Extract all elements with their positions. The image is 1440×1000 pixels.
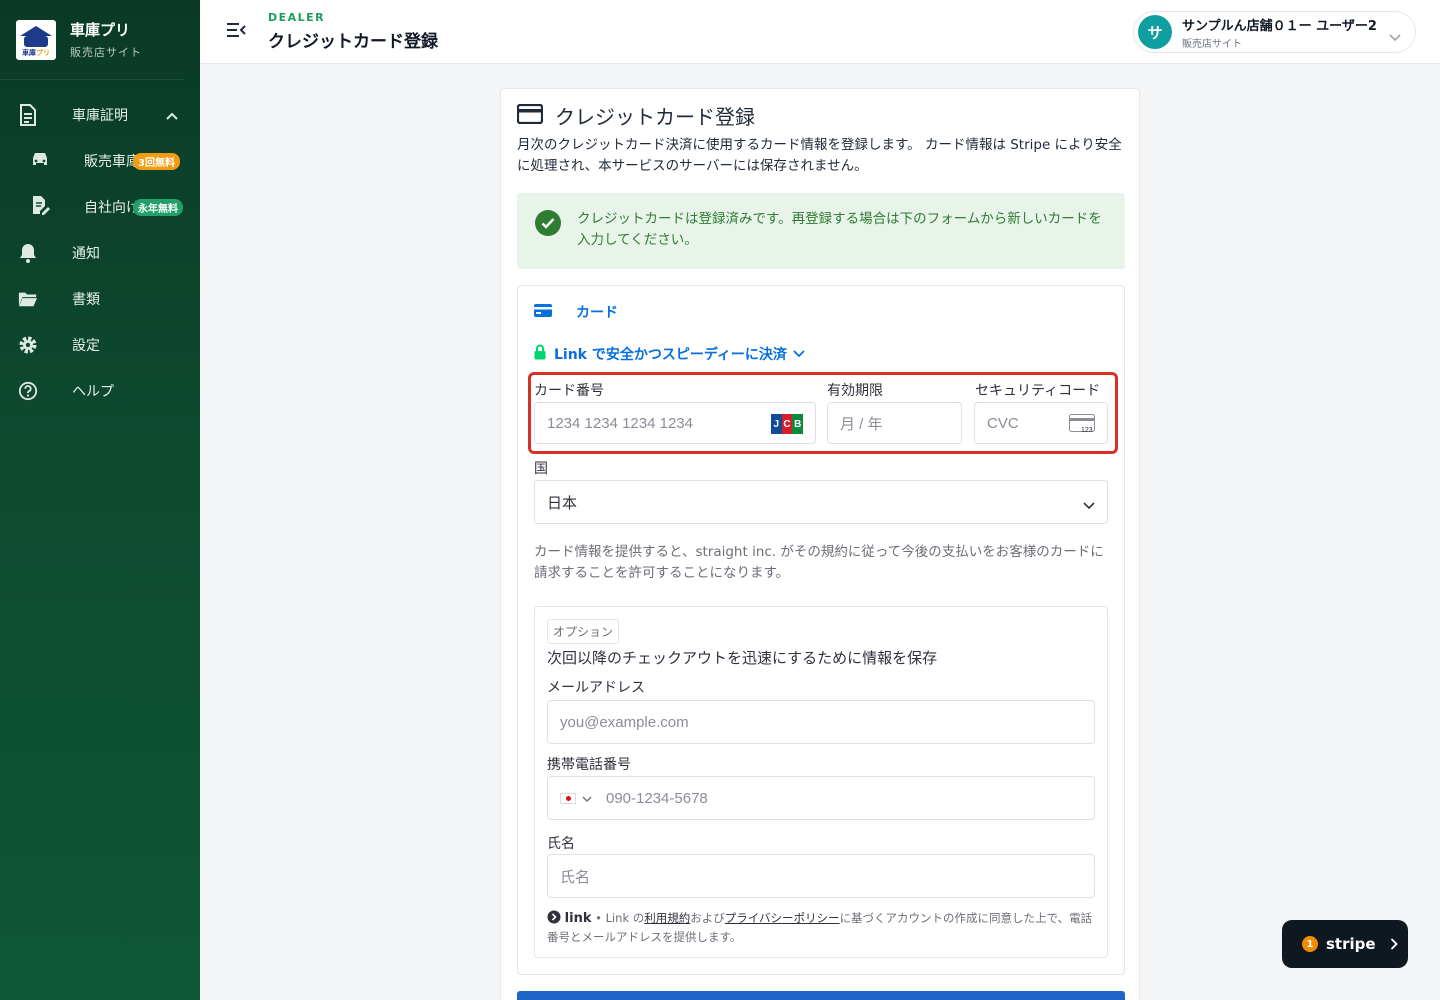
chevron-down-icon (1083, 496, 1095, 514)
save-info-heading: 次回以降のチェックアウトを迅速にするために情報を保存 (547, 649, 938, 667)
free-forever-badge: 永年無料 (133, 199, 183, 216)
brand[interactable]: 車庫プリ 車庫プリ 販売店サイト (0, 0, 184, 80)
submit-button[interactable] (517, 991, 1125, 1000)
stripe-wordmark: stripe (1326, 935, 1376, 953)
card-title: クレジットカード登録 (555, 105, 755, 129)
cvc-card-icon: 123 (1069, 414, 1095, 438)
header-kicker: DEALER (268, 11, 326, 24)
terms-link[interactable]: 利用規約 (644, 911, 690, 925)
name-label: 氏名 (547, 836, 575, 852)
email-field[interactable]: you@example.com (547, 700, 1095, 744)
help-icon (18, 381, 38, 401)
chevron-right-icon (1390, 935, 1398, 954)
folder-icon (18, 289, 38, 309)
chevron-down-icon (793, 346, 805, 362)
phone-field[interactable]: 090-1234-5678 (547, 776, 1095, 820)
email-label: メールアドレス (547, 680, 645, 696)
chevron-up-icon[interactable] (166, 108, 178, 124)
card-description: 月次のクレジットカード決済に使用するカード情報を登録します。 カード情報は St… (517, 137, 1122, 174)
edit-document-icon (30, 195, 50, 219)
payment-method-tab-card[interactable]: カード (534, 302, 618, 322)
svg-text:123: 123 (1081, 427, 1093, 434)
credit-card-icon (516, 103, 544, 128)
chevron-down-icon (1389, 27, 1401, 46)
card-terms-text: カード情報を提供すると、straight inc. がその規約に従って今後の支払… (534, 544, 1104, 581)
country-label: 国 (534, 461, 548, 477)
page-title: クレジットカード登録 (268, 32, 438, 52)
link-save-info-section: オプション 次回以降のチェックアウトを迅速にするために情報を保存 メールアドレス… (534, 606, 1108, 958)
card-title-row: クレジットカード登録 (516, 101, 755, 130)
sidebar-item-garage-certificate[interactable]: 車庫証明 (0, 92, 200, 138)
document-icon (18, 104, 38, 126)
stripe-payment-element: カード Link で安全かつスピーディーに決済 カード番号 1234 1234 … (517, 285, 1125, 975)
sidebar-item-notifications[interactable]: 通知 (0, 230, 200, 276)
sidebar-nav: 車庫証明 販売車庫 3回無料 自社向け 永年無料 通知 書類 設定 ヘルプ (0, 92, 200, 414)
country-select[interactable]: 日本 (534, 480, 1108, 524)
brand-subtitle: 販売店サイト (70, 46, 142, 59)
japan-flag-icon[interactable] (560, 792, 576, 804)
phone-label: 携帯電話番号 (547, 757, 631, 773)
card-number-input[interactable]: 1234 1234 1234 1234 JCB (534, 402, 816, 444)
name-field[interactable]: 氏名 (547, 854, 1095, 898)
optional-tag: オプション (547, 619, 620, 644)
sidebar-item-settings[interactable]: 設定 (0, 322, 200, 368)
sidebar-item-help[interactable]: ヘルプ (0, 368, 200, 414)
link-logo-icon (547, 910, 565, 925)
gear-icon (18, 335, 38, 355)
user-menu[interactable]: サ サンプルん店舗０１ー ユーザー2 販売店サイト (1133, 11, 1416, 53)
registered-alert: クレジットカードは登録済みです。再登録する場合は下のフォームから新しいカードを入… (517, 193, 1125, 269)
jcb-brand-icon: JCB (771, 414, 804, 434)
car-icon (30, 151, 50, 171)
user-name: サンプルん店舗０１ー ユーザー2 (1182, 18, 1377, 34)
expiry-label: 有効期限 (827, 383, 883, 399)
sidebar-item-documents[interactable]: 書類 (0, 276, 200, 322)
sidebar-item-dealer-garage[interactable]: 販売車庫 3回無料 (0, 138, 200, 184)
brand-name: 車庫プリ (70, 21, 131, 39)
chevron-down-icon[interactable] (582, 790, 592, 807)
brand-logo: 車庫プリ (16, 19, 56, 60)
link-checkout-toggle[interactable]: Link で安全かつスピーディーに決済 (534, 344, 805, 364)
privacy-policy-link[interactable]: プライバシーポリシー (725, 911, 840, 925)
notification-count: 1 (1302, 936, 1318, 952)
card-number-label: カード番号 (534, 383, 604, 399)
cvc-label: セキュリティコード (975, 383, 1101, 399)
alert-message: クレジットカードは登録済みです。再登録する場合は下のフォームから新しいカードを入… (577, 211, 1102, 248)
avatar: サ (1138, 15, 1172, 49)
top-header: DEALER クレジットカード登録 サ サンプルん店舗０１ー ユーザー2 販売店… (200, 0, 1440, 64)
sidebar: 車庫プリ 車庫プリ 販売店サイト 車庫証明 販売車庫 3回無料 自社向け 永年無… (0, 0, 200, 1000)
menu-collapse-icon[interactable] (226, 22, 246, 42)
check-circle-icon (535, 210, 561, 236)
expiry-input[interactable]: 月 / 年 (827, 402, 962, 444)
link-legal-text: link • Link の利用規約およびプライバシーポリシーに基づくアカウントの… (547, 910, 1093, 944)
credit-card-registration-card: クレジットカード登録 月次のクレジットカード決済に使用するカード情報を登録します… (500, 88, 1140, 1000)
free-3-times-badge: 3回無料 (133, 153, 180, 170)
stripe-badge[interactable]: 1 stripe (1282, 920, 1408, 968)
lock-icon (534, 344, 546, 364)
card-tab-icon (534, 303, 552, 321)
bell-icon (18, 243, 38, 263)
sidebar-item-in-house[interactable]: 自社向け 永年無料 (0, 184, 200, 230)
user-role: 販売店サイト (1182, 38, 1242, 50)
cvc-input[interactable]: CVC 123 (974, 402, 1108, 444)
